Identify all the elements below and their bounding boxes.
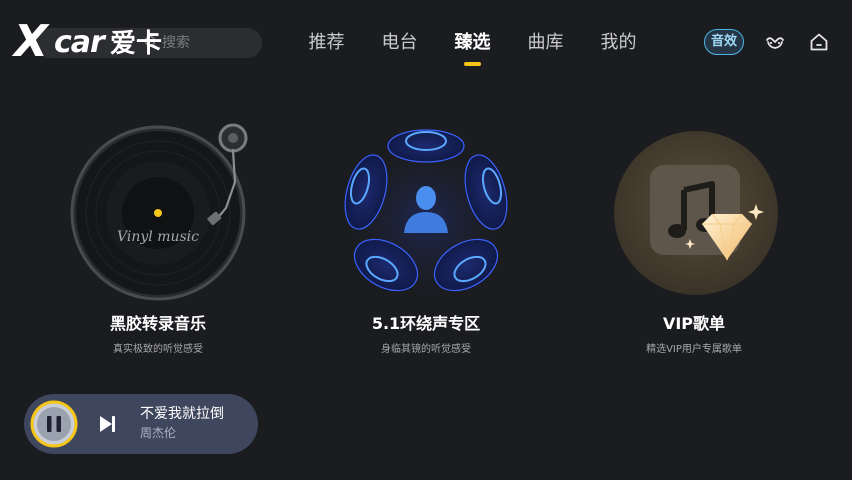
pause-button[interactable] <box>30 400 78 448</box>
xcar-logo: X car 爱卡 <box>14 18 174 68</box>
logo-car: car <box>54 25 105 60</box>
artist-name: 周杰伦 <box>140 426 177 440</box>
tab-recommend[interactable]: 推荐 <box>290 26 363 62</box>
card-title: 5.1环绕声专区 <box>371 314 481 333</box>
card-surround-sound[interactable]: 5.1环绕声专区 身临其镜的听觉感受 <box>326 120 526 370</box>
logo-cn: 爱卡 <box>110 29 163 59</box>
card-title: 黑胶转录音乐 <box>109 314 206 333</box>
top-bar: 搜索 X car 爱卡 推荐 电台 臻选 曲库 我的 音效 <box>0 0 852 86</box>
tab-selected[interactable]: 臻选 <box>436 26 509 66</box>
vip-playlist-art <box>614 131 778 295</box>
tab-library[interactable]: 曲库 <box>509 26 582 62</box>
main-tabs: 推荐 电台 臻选 曲库 我的 <box>290 26 655 66</box>
song-title: 不爱我就拉倒 <box>140 406 224 422</box>
card-vip-playlist[interactable]: VIP歌单 精选VIP用户专属歌单 <box>594 120 794 370</box>
vinyl-record-art: Vinyl music <box>70 123 248 301</box>
card-subtitle: 真实极致的听觉感受 <box>113 344 203 355</box>
next-track-icon[interactable] <box>96 413 118 435</box>
card-subtitle: 身临其镜的听觉感受 <box>381 344 471 355</box>
card-subtitle: 精选VIP用户专属歌单 <box>646 344 742 355</box>
vinyl-art-text: Vinyl music <box>117 229 199 245</box>
mini-player[interactable]: 不爱我就拉倒 周杰伦 <box>24 394 258 454</box>
sound-effect-button[interactable]: 音效 <box>704 29 744 55</box>
surround-speaker-art <box>336 129 516 305</box>
home-icon[interactable] <box>808 31 830 53</box>
logo-x: X <box>14 16 48 67</box>
tab-mine[interactable]: 我的 <box>582 26 655 62</box>
car-icon[interactable] <box>764 31 786 53</box>
tab-radio[interactable]: 电台 <box>363 26 436 62</box>
card-title: VIP歌单 <box>662 314 726 333</box>
card-vinyl-music[interactable]: Vinyl music 黑胶转录音乐 真实极致的听觉感受 <box>58 120 258 370</box>
